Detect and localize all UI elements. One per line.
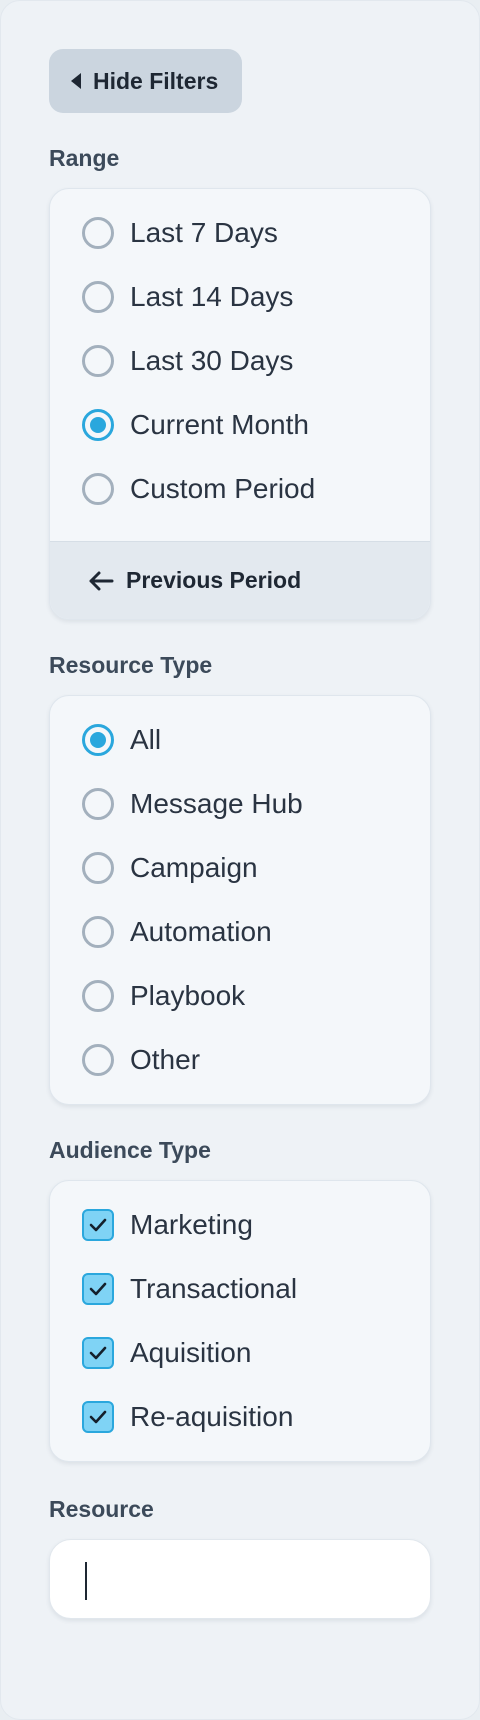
checkmark-icon: [89, 1410, 107, 1424]
option-label: Marketing: [130, 1209, 253, 1240]
option-label: Campaign: [130, 852, 258, 883]
option-label: Last 7 Days: [130, 217, 278, 248]
previous-period-button[interactable]: Previous Period: [50, 541, 430, 619]
hide-filters-button[interactable]: Hide Filters: [49, 49, 243, 113]
range-card: Last 7 Days Last 14 Days Last 30 Days Cu…: [49, 188, 431, 620]
resource-type-card: All Message Hub Campaign Automation Play…: [49, 695, 431, 1105]
option-label: Playbook: [130, 980, 246, 1011]
range-option-current-month[interactable]: Current Month: [50, 393, 430, 457]
option-label: Other: [130, 1044, 201, 1075]
option-label: Message Hub: [130, 788, 303, 819]
range-option-last-14-days[interactable]: Last 14 Days: [50, 265, 430, 329]
radio-button[interactable]: [82, 281, 114, 313]
option-label: Aquisition: [130, 1337, 252, 1368]
filters-panel: Hide Filters Range Last 7 Days Last 14 D…: [0, 0, 480, 1720]
resource-type-heading: Resource Type: [49, 652, 213, 678]
option-label: Custom Period: [130, 473, 316, 504]
radio-button[interactable]: [82, 473, 114, 505]
radio-button[interactable]: [82, 852, 114, 884]
radio-button[interactable]: [82, 217, 114, 249]
checkmark-icon: [89, 1218, 107, 1232]
hide-filters-label: Hide Filters: [93, 67, 219, 94]
checkbox-checked[interactable]: [82, 1273, 114, 1305]
checkbox-checked[interactable]: [82, 1209, 114, 1241]
option-label: Re-aquisition: [130, 1401, 294, 1432]
checkmark-icon: [89, 1282, 107, 1296]
radio-button[interactable]: [82, 1044, 114, 1076]
option-label: Automation: [130, 916, 272, 947]
audience-option-transactional[interactable]: Transactional: [50, 1257, 430, 1321]
checkmark-icon: [89, 1346, 107, 1360]
audience-option-re-aquisition[interactable]: Re-aquisition: [50, 1385, 430, 1449]
range-option-last-30-days[interactable]: Last 30 Days: [50, 329, 430, 393]
resource-type-option-other[interactable]: Other: [50, 1028, 430, 1092]
resource-type-option-playbook[interactable]: Playbook: [50, 964, 430, 1028]
arrow-left-icon: [89, 571, 114, 590]
radio-button[interactable]: [82, 345, 114, 377]
option-label: Last 30 Days: [130, 345, 294, 376]
range-heading: Range: [49, 145, 120, 171]
audience-option-marketing[interactable]: Marketing: [50, 1193, 430, 1257]
resource-search-box[interactable]: [49, 1539, 431, 1619]
option-label: Transactional: [130, 1273, 298, 1304]
resource-type-option-campaign[interactable]: Campaign: [50, 836, 430, 900]
option-label: Last 14 Days: [130, 281, 294, 312]
range-option-last-7-days[interactable]: Last 7 Days: [50, 201, 430, 265]
resource-heading: Resource: [49, 1496, 154, 1522]
text-cursor: [85, 1562, 87, 1600]
radio-button-selected[interactable]: [82, 409, 114, 441]
previous-period-label: Previous Period: [126, 567, 302, 593]
audience-option-aquisition[interactable]: Aquisition: [50, 1321, 430, 1385]
audience-type-heading: Audience Type: [49, 1137, 211, 1163]
resource-type-option-automation[interactable]: Automation: [50, 900, 430, 964]
option-label: All: [130, 724, 162, 755]
caret-left-icon: [71, 73, 81, 89]
option-label: Current Month: [130, 409, 309, 440]
radio-button-selected[interactable]: [82, 724, 114, 756]
radio-button[interactable]: [82, 980, 114, 1012]
range-option-custom-period[interactable]: Custom Period: [50, 457, 430, 521]
checkbox-checked[interactable]: [82, 1401, 114, 1433]
radio-button[interactable]: [82, 788, 114, 820]
radio-button[interactable]: [82, 916, 114, 948]
resource-search-input[interactable]: [84, 1563, 419, 1595]
resource-type-option-message-hub[interactable]: Message Hub: [50, 772, 430, 836]
audience-type-card: Marketing Transactional Aquisition Re-aq…: [49, 1180, 431, 1462]
checkbox-checked[interactable]: [82, 1337, 114, 1369]
resource-type-option-all[interactable]: All: [50, 708, 430, 772]
